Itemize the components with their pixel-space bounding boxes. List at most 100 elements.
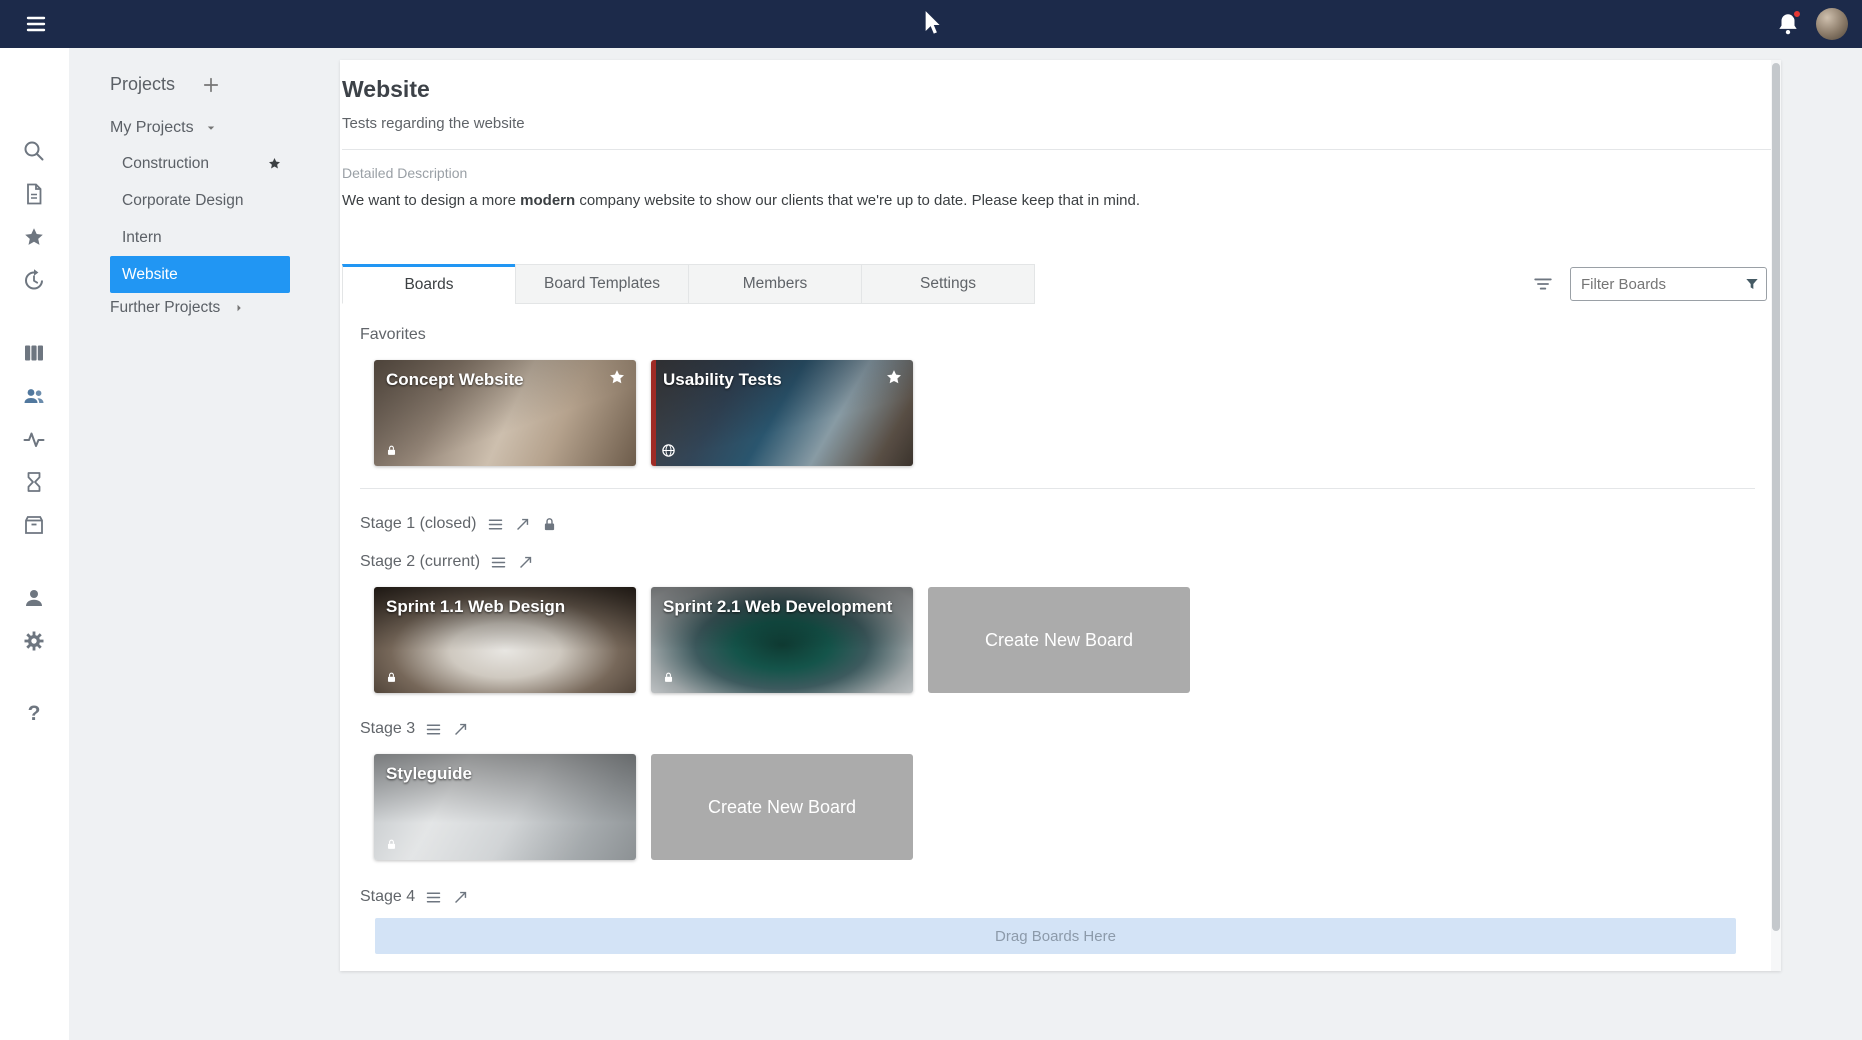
app-logo-cursor-icon bbox=[918, 9, 944, 39]
board-card-sprint-2-1[interactable]: Sprint 2.1 Web Development bbox=[651, 587, 913, 693]
scrollbar-thumb[interactable] bbox=[1772, 63, 1780, 931]
tab-members[interactable]: Members bbox=[688, 264, 862, 304]
project-detail-card: Website Tests regarding the website Deta… bbox=[340, 60, 1781, 971]
document-icon[interactable] bbox=[22, 182, 46, 206]
my-projects-group[interactable]: My Projects bbox=[110, 119, 340, 137]
description-text: company website to show our clients that… bbox=[575, 192, 1140, 209]
help-icon[interactable]: ? bbox=[22, 702, 46, 726]
board-card-concept-website[interactable]: Concept Website bbox=[374, 360, 636, 466]
board-lock-icon bbox=[385, 444, 398, 457]
favorites-section-label: Favorites bbox=[360, 325, 1781, 344]
stage-title: Stage 4 bbox=[360, 888, 415, 906]
description-text: We want to design a more bbox=[342, 192, 520, 209]
project-list: Construction Corporate Design Intern Web… bbox=[69, 145, 340, 293]
my-projects-label: My Projects bbox=[110, 119, 194, 137]
user-avatar[interactable] bbox=[1816, 8, 1848, 40]
stage-title: Stage 2 (current) bbox=[360, 553, 480, 571]
icon-sidebar: ? bbox=[0, 48, 69, 1040]
project-label: Website bbox=[122, 266, 178, 284]
project-item-website[interactable]: Website bbox=[110, 256, 290, 293]
divider bbox=[342, 149, 1781, 150]
stage-title: Stage 1 (closed) bbox=[360, 515, 477, 533]
stage-menu-icon[interactable] bbox=[487, 516, 504, 533]
board-card-styleguide[interactable]: Styleguide bbox=[374, 754, 636, 860]
filter-boards-input[interactable] bbox=[1570, 267, 1767, 301]
archive-box-icon[interactable] bbox=[22, 513, 46, 537]
description-bold-text: modern bbox=[520, 192, 575, 209]
project-star-icon[interactable] bbox=[267, 156, 282, 171]
stage-menu-icon[interactable] bbox=[490, 554, 507, 571]
stage-expand-icon[interactable] bbox=[452, 721, 469, 738]
board-name: Usability Tests bbox=[651, 360, 913, 390]
tab-boards[interactable]: Boards bbox=[342, 264, 516, 304]
filter-boards-field bbox=[1570, 267, 1767, 301]
page-title: Website bbox=[342, 76, 1781, 103]
stage-lock-icon bbox=[541, 516, 558, 533]
page-subtitle: Tests regarding the website bbox=[342, 115, 1781, 133]
tab-settings[interactable]: Settings bbox=[861, 264, 1035, 304]
stage-menu-icon[interactable] bbox=[425, 889, 442, 906]
board-name: Concept Website bbox=[374, 360, 636, 390]
stage-menu-icon[interactable] bbox=[425, 721, 442, 738]
notification-badge bbox=[1792, 9, 1802, 19]
stage-3-header: Stage 3 bbox=[360, 720, 1781, 738]
detailed-description-label: Detailed Description bbox=[342, 165, 1781, 182]
favorites-star-icon[interactable] bbox=[22, 225, 46, 249]
stage-expand-icon[interactable] bbox=[517, 554, 534, 571]
tab-bar: Boards Board Templates Members Settings bbox=[340, 264, 1781, 304]
board-name: Styleguide bbox=[374, 754, 636, 784]
board-lock-icon bbox=[385, 838, 398, 851]
stage-2-board-row: Sprint 1.1 Web Design Sprint 2.1 Web Dev… bbox=[374, 587, 1781, 693]
projects-panel: Projects My Projects Construction Corpor… bbox=[69, 48, 340, 1040]
chevron-down-icon bbox=[204, 121, 218, 135]
project-description: We want to design a more modern company … bbox=[342, 192, 1781, 210]
notifications-bell-icon[interactable] bbox=[1775, 11, 1801, 37]
board-card-sprint-1-1[interactable]: Sprint 1.1 Web Design bbox=[374, 587, 636, 693]
board-lock-icon bbox=[385, 671, 398, 684]
board-name: Sprint 2.1 Web Development bbox=[651, 587, 913, 617]
content-scrollbar[interactable] bbox=[1771, 60, 1781, 971]
create-new-board-button[interactable]: Create New Board bbox=[928, 587, 1190, 693]
project-item-corporate-design[interactable]: Corporate Design bbox=[110, 182, 290, 219]
tab-board-templates[interactable]: Board Templates bbox=[515, 264, 689, 304]
board-card-usability-tests[interactable]: Usability Tests bbox=[651, 360, 913, 466]
projects-panel-title: Projects bbox=[110, 74, 175, 95]
stage-1-header: Stage 1 (closed) bbox=[360, 515, 1781, 533]
sort-lines-icon[interactable] bbox=[1532, 273, 1554, 295]
stage-4-header: Stage 4 bbox=[360, 888, 1781, 906]
top-bar bbox=[0, 0, 1862, 48]
history-icon[interactable] bbox=[22, 268, 46, 292]
board-lock-icon bbox=[662, 671, 675, 684]
profile-person-icon[interactable] bbox=[22, 586, 46, 610]
hamburger-menu-icon[interactable] bbox=[24, 12, 48, 36]
further-projects-label: Further Projects bbox=[110, 299, 220, 317]
further-projects-group[interactable]: Further Projects bbox=[110, 293, 340, 323]
stage-2-header: Stage 2 (current) bbox=[360, 553, 1781, 571]
board-name: Sprint 1.1 Web Design bbox=[374, 587, 636, 617]
members-group-icon[interactable] bbox=[22, 384, 46, 408]
activity-pulse-icon[interactable] bbox=[22, 427, 46, 451]
stage-title: Stage 3 bbox=[360, 720, 415, 738]
boards-columns-icon[interactable] bbox=[22, 341, 46, 365]
add-project-icon[interactable] bbox=[201, 75, 221, 95]
settings-gear-icon[interactable] bbox=[22, 629, 46, 653]
chevron-right-icon bbox=[232, 301, 246, 315]
time-tracking-hourglass-icon[interactable] bbox=[22, 470, 46, 494]
project-label: Construction bbox=[122, 155, 209, 173]
project-item-construction[interactable]: Construction bbox=[110, 145, 290, 182]
create-new-board-button[interactable]: Create New Board bbox=[651, 754, 913, 860]
board-star-icon[interactable] bbox=[885, 368, 903, 386]
stage-expand-icon[interactable] bbox=[452, 889, 469, 906]
board-globe-icon bbox=[661, 443, 676, 458]
project-label: Intern bbox=[122, 229, 162, 247]
stage-3-board-row: Styleguide Create New Board bbox=[374, 754, 1781, 860]
search-icon[interactable] bbox=[22, 139, 46, 163]
board-star-icon[interactable] bbox=[608, 368, 626, 386]
drag-boards-drop-zone[interactable]: Drag Boards Here bbox=[375, 918, 1736, 954]
filter-funnel-icon bbox=[1744, 276, 1760, 292]
project-label: Corporate Design bbox=[122, 192, 243, 210]
stage-expand-icon[interactable] bbox=[514, 516, 531, 533]
divider bbox=[360, 488, 1755, 489]
favorites-board-row: Concept Website Usability Tests bbox=[374, 360, 1781, 466]
project-item-intern[interactable]: Intern bbox=[110, 219, 290, 256]
